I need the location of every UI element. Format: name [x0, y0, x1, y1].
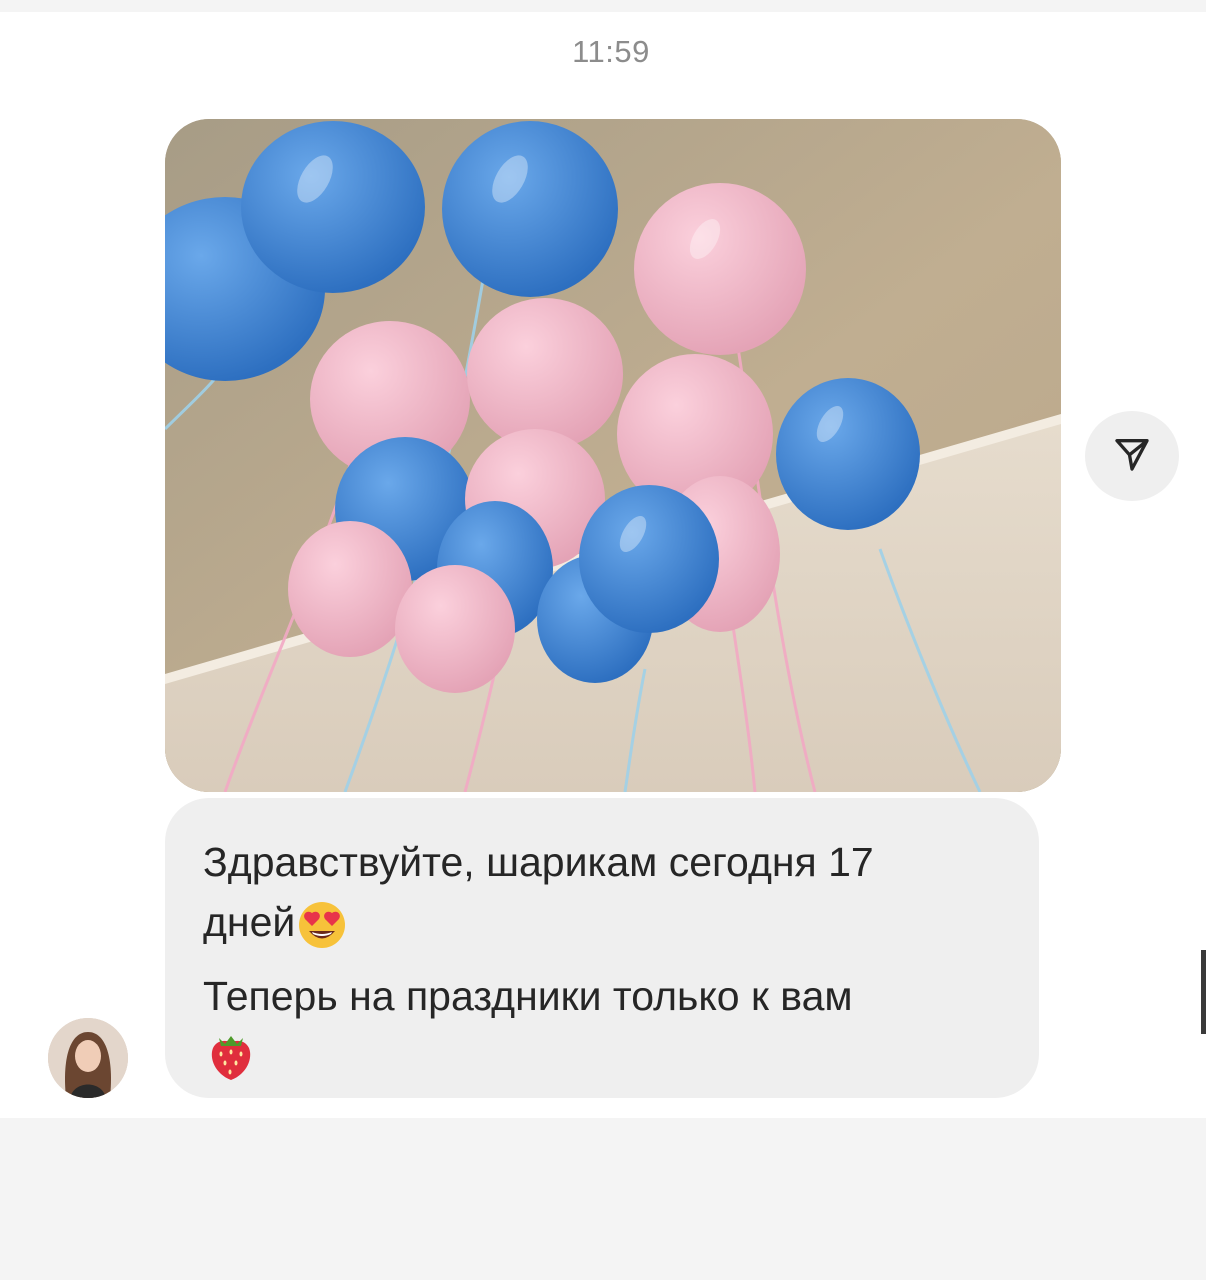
scrollbar[interactable] [1201, 950, 1206, 1034]
message-text-line1: Здравствуйте, шарикам сегодня 17 [203, 839, 874, 885]
paper-plane-icon [1112, 434, 1152, 479]
message-text-line2: дней [203, 899, 296, 945]
message-line: дней [203, 892, 1001, 966]
bottom-bar [0, 1118, 1206, 1280]
top-strip [0, 0, 1206, 12]
share-button[interactable] [1085, 411, 1179, 501]
message-timestamp: 11:59 [572, 34, 650, 69]
message-text-line3: Теперь на праздники только к вам [203, 973, 853, 1019]
sender-avatar[interactable] [48, 1018, 128, 1098]
strawberry-icon [205, 1028, 257, 1100]
balloons-photo [165, 119, 1061, 792]
message-line [203, 1026, 1001, 1100]
message-bubble[interactable]: Здравствуйте, шарикам сегодня 17 дней Те… [165, 798, 1039, 1098]
smiling-face-with-heart-eyes-icon [297, 900, 347, 966]
message-line: Теперь на праздники только к вам [203, 966, 1001, 1026]
message-line: Здравствуйте, шарикам сегодня 17 [203, 832, 1001, 892]
message-photo[interactable] [165, 119, 1061, 792]
